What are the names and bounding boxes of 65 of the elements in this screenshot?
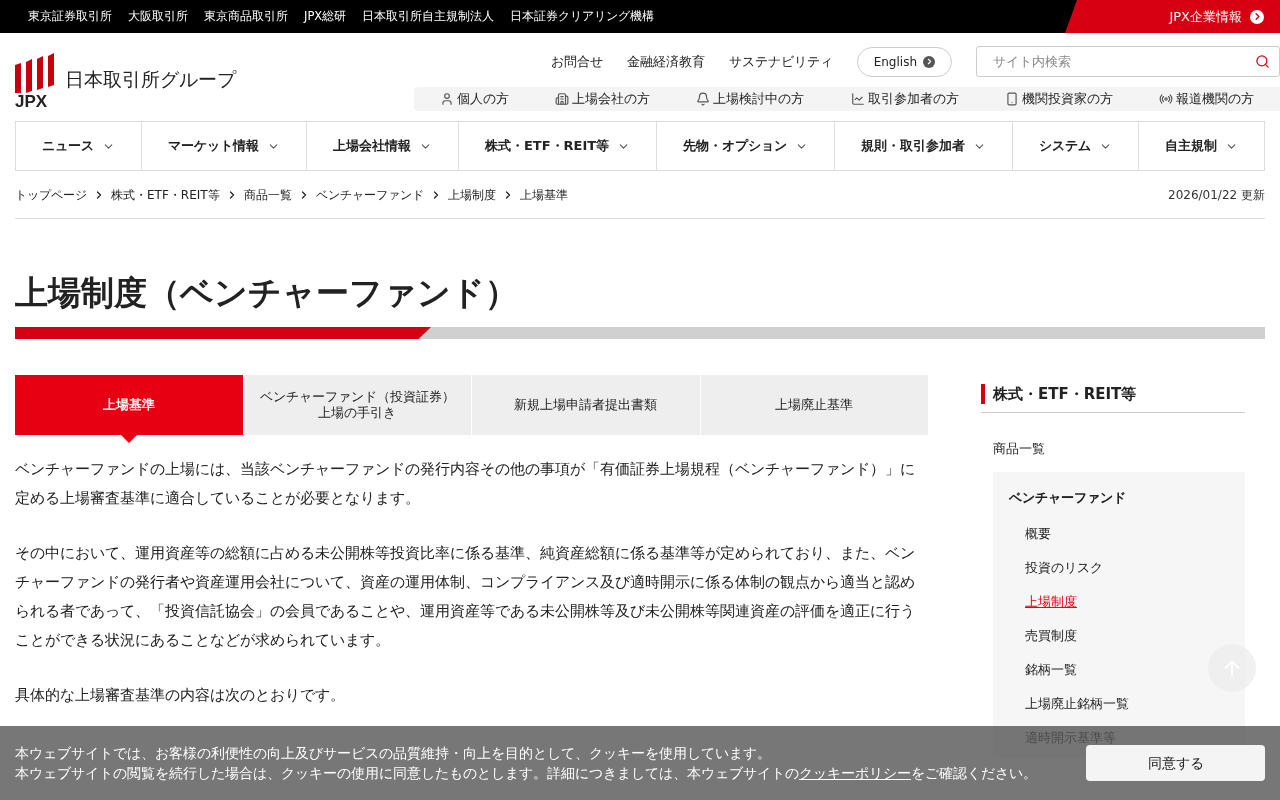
utility-link[interactable]: サステナビリティ	[728, 51, 833, 72]
logo-icon	[15, 53, 55, 93]
body-paragraph: ベンチャーファンドの上場には、当該ベンチャーファンドの発行内容その他の事項が「有価証券上場規程（ベンチャーファンド）」に定める上場審査基準に適合していることが必要となります。	[15, 460, 916, 508]
breadcrumb-link[interactable]: 上場制度	[447, 185, 496, 204]
group-link[interactable]: 東京商品取引所	[204, 7, 288, 26]
audience-link[interactable]: 報道機関の方	[1158, 89, 1254, 109]
audience-link[interactable]: 上場会社の方	[555, 89, 651, 109]
search-field[interactable]: サイト内検索	[976, 46, 1280, 77]
audience-link[interactable]: 個人の方	[440, 89, 509, 109]
logo-mark: JPX	[15, 93, 48, 111]
tab[interactable]: 新規上場申請者提出書類	[472, 375, 701, 435]
logo-text: 日本取引所グループ	[65, 66, 236, 92]
sidebar-link[interactable]: 銘柄一覧	[1025, 659, 1077, 680]
body-paragraph: その中において、運用資産等の総額に占める未公開株等投資比率に係る基準、純資産総額に係る基準等が定められており、また、ベンチャーファンドの発行者や資産運用会社について、資産の運用体制、コンプライアンス及び適時開示に係る体制の観点から適当と認められる者であって、「投資信託協会」の会員であることや、運用資産等である未公開株等及び未公開株等関連資産の評価を適正に行うことができる状況にあることなどが求められています。	[15, 544, 916, 650]
sidebar-link[interactable]: 商品一覧	[993, 438, 1245, 458]
chevron-icon	[1250, 9, 1264, 24]
search-icon	[1255, 54, 1270, 69]
nav-menu-item[interactable]: マーケット情報	[140, 122, 306, 170]
page-title: 上場制度（ベンチャーファンド）	[15, 272, 519, 314]
group-link[interactable]: 日本証券クリアリング機構	[510, 7, 655, 26]
sidebar-link[interactable]: 投資のリスク	[1025, 557, 1103, 578]
chart-icon	[850, 92, 865, 106]
nav-menu-item[interactable]: 規則・取引参加者	[834, 122, 1013, 170]
sidebar-link[interactable]: ベンチャーファンド	[1009, 488, 1245, 508]
group-link[interactable]: 東京証券取引所	[28, 7, 112, 26]
nav-menu-item[interactable]: 株式・ETF・REIT等	[457, 122, 657, 170]
nav-menu-item[interactable]: ニュース	[15, 122, 141, 170]
nav-menu-item[interactable]: 自主規制	[1138, 122, 1265, 170]
utility-link[interactable]: 金融経済教育	[626, 51, 705, 72]
update-date: 2026/01/22 更新	[1168, 186, 1265, 204]
tab-pointer	[120, 435, 137, 443]
accept-button[interactable]: 同意する	[1086, 745, 1265, 781]
breadcrumb-link[interactable]: 株式・ETF・REIT等	[111, 185, 220, 204]
sidebar-link[interactable]: 上場廃止銘柄一覧	[1025, 693, 1129, 714]
building-icon	[555, 92, 570, 106]
utility-link[interactable]: お問合せ	[550, 51, 603, 72]
heading-accent	[981, 384, 985, 405]
nav-menu-item[interactable]: 上場会社情報	[305, 122, 458, 170]
phone-icon	[1004, 92, 1019, 106]
breadcrumb-link[interactable]: ベンチャーファンド	[315, 185, 424, 204]
tab[interactable]: 上場廃止基準	[700, 375, 929, 435]
audience-link[interactable]: 機関投資家の方	[1004, 89, 1113, 109]
bell-icon	[696, 92, 711, 106]
nav-menu-item[interactable]: 先物・オプション	[656, 122, 835, 170]
sidebar-link[interactable]: 上場制度	[1025, 591, 1077, 612]
person-icon	[440, 92, 454, 106]
cookie-policy-link[interactable]: クッキーポリシー	[799, 765, 911, 781]
sidebar-link[interactable]: 概要	[1025, 523, 1051, 544]
sidebar-link[interactable]: 売買制度	[1025, 625, 1077, 646]
group-link[interactable]: JPX総研	[304, 7, 347, 26]
corporate-info-link[interactable]: JPX企業情報	[1065, 0, 1280, 33]
group-link[interactable]: 日本取引所自主規制法人	[362, 7, 495, 26]
audience-link[interactable]: 取引参加者の方	[850, 89, 959, 109]
breadcrumb-link[interactable]: トップページ	[15, 185, 87, 204]
tab[interactable]: ベンチャーファンド（投資証券） 上場の手引き	[243, 375, 472, 435]
breadcrumb-link[interactable]: 上場基準	[519, 185, 568, 204]
nav-menu-item[interactable]: システム	[1012, 122, 1138, 170]
sidebar-heading: 株式・ETF・REIT等	[993, 384, 1137, 405]
audience-link[interactable]: 上場検討中の方	[696, 89, 805, 109]
broadcast-icon	[1158, 92, 1173, 106]
breadcrumb-link[interactable]: 商品一覧	[243, 185, 292, 204]
body-paragraph: 具体的な上場審査基準の内容は次のとおりです。	[15, 686, 346, 705]
group-link[interactable]: 大阪取引所	[128, 7, 188, 26]
cookie-notice: 本ウェブサイトでは、お客様の利便性の向上及びサービスの品質維持・向上を目的として、クッキーを使用しています。 本ウェブサイトの閲覧を続行した場合は、クッキーの使用に同意したものとします。詳細につきましては、本ウェブサイトのクッキーポリシーをご確認ください。	[15, 744, 1038, 783]
chevron-icon	[923, 55, 935, 68]
